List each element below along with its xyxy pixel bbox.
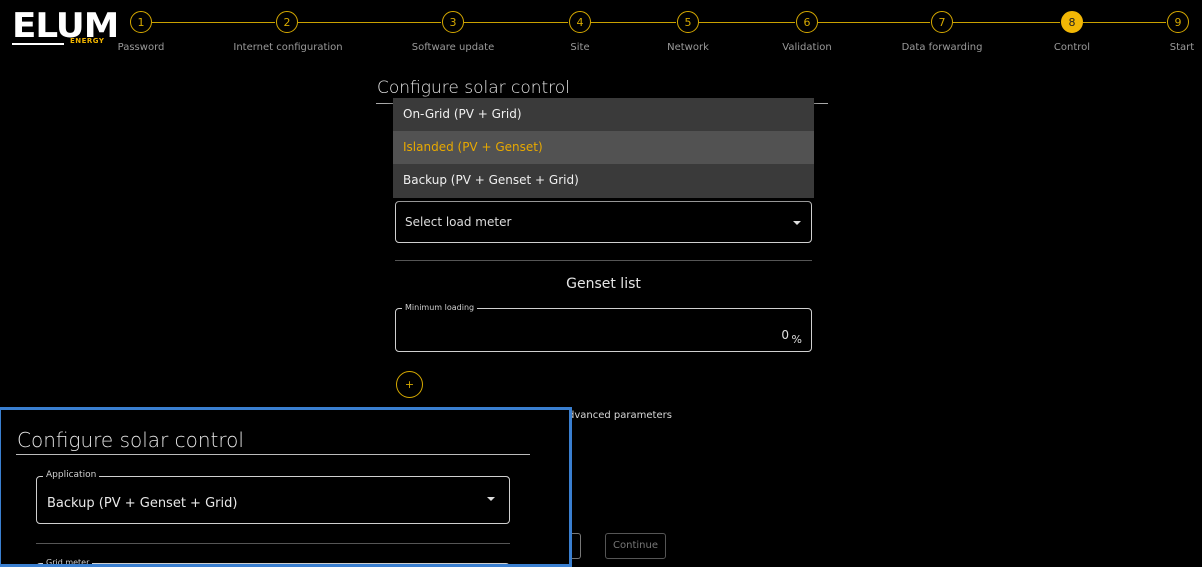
application-dropdown-menu: On-Grid (PV + Grid) Islanded (PV + Gense…: [393, 98, 814, 198]
advanced-parameters-toggle[interactable]: dvanced parameters: [568, 410, 672, 421]
percent-unit: %: [791, 333, 802, 346]
dropdown-option-islanded[interactable]: Islanded (PV + Genset): [393, 131, 814, 164]
load-meter-select[interactable]: Select load meter: [395, 201, 812, 243]
step-2-label: Internet configuration: [233, 42, 343, 53]
step-3-circle[interactable]: 3: [442, 11, 464, 33]
zoom-inset: Configure solar control Application Back…: [0, 407, 572, 567]
step-1-circle[interactable]: 1: [130, 11, 152, 33]
application-label: Application: [43, 470, 100, 480]
stepper-connector: [818, 22, 930, 23]
elum-logo: ELUM ENERGY: [12, 6, 119, 52]
application-value: Backup (PV + Genset + Grid): [47, 496, 238, 511]
application-select[interactable]: Application Backup (PV + Genset + Grid): [36, 470, 510, 524]
stepper-connector: [699, 22, 795, 23]
step-6-circle[interactable]: 6: [796, 11, 818, 33]
minimum-loading-value: 0: [781, 328, 789, 342]
continue-button[interactable]: Continue: [605, 533, 666, 559]
step-5-label: Network: [667, 42, 709, 53]
load-meter-placeholder: Select load meter: [405, 215, 512, 229]
grid-meter-select[interactable]: Grid meter: [36, 558, 510, 564]
stepper-connector: [298, 22, 441, 23]
minimum-loading-field[interactable]: Minimum loading 0 %: [395, 303, 812, 352]
minimum-loading-label: Minimum loading: [402, 303, 478, 312]
logo-subtext: ENERGY: [70, 37, 105, 45]
stepper-connector: [152, 22, 275, 23]
step-2-circle[interactable]: 2: [276, 11, 298, 33]
inset-section-divider: [36, 543, 510, 544]
dropdown-option-backup[interactable]: Backup (PV + Genset + Grid): [393, 164, 814, 197]
stepper-connector: [953, 22, 1060, 23]
chevron-down-icon: [487, 497, 495, 501]
step-1-label: Password: [117, 42, 165, 53]
logo-underline: [12, 43, 64, 45]
add-genset-button[interactable]: +: [396, 371, 423, 398]
genset-list-heading: Genset list: [566, 276, 641, 292]
step-8-label: Control: [1053, 42, 1091, 53]
section-divider: [395, 260, 812, 261]
stepper-connector: [464, 22, 568, 23]
page-title: Configure solar control: [377, 78, 570, 98]
step-6-label: Validation: [782, 42, 832, 53]
step-7-label: Data forwarding: [901, 42, 983, 53]
inset-title: Configure solar control: [17, 428, 244, 452]
inset-divider: [16, 454, 530, 455]
step-5-circle[interactable]: 5: [677, 11, 699, 33]
step-8-circle[interactable]: 8: [1061, 11, 1083, 33]
grid-meter-label: Grid meter: [43, 558, 93, 564]
step-3-label: Software update: [411, 42, 495, 53]
stepper-connector: [591, 22, 676, 23]
step-4-circle[interactable]: 4: [569, 11, 591, 33]
dropdown-option-on-grid[interactable]: On-Grid (PV + Grid): [393, 98, 814, 131]
step-9-label: Start: [1169, 42, 1195, 53]
stepper-connector: [1083, 22, 1166, 23]
chevron-down-icon: [793, 221, 801, 225]
step-7-circle[interactable]: 7: [931, 11, 953, 33]
step-4-label: Site: [570, 42, 590, 53]
step-9-circle[interactable]: 9: [1167, 11, 1189, 33]
